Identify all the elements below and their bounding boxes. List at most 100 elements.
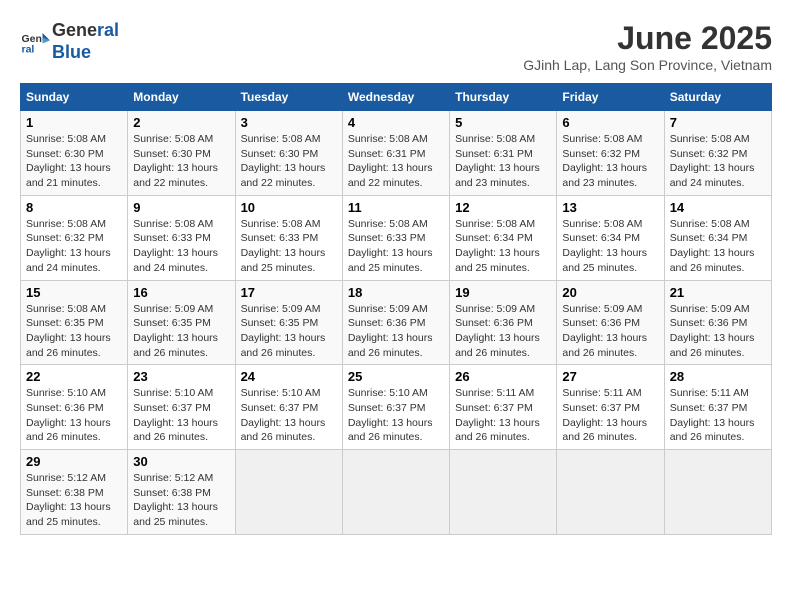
day-number: 1 bbox=[26, 115, 122, 130]
day-info: Sunrise: 5:08 AM Sunset: 6:30 PM Dayligh… bbox=[241, 132, 337, 191]
day-number: 16 bbox=[133, 285, 229, 300]
day-info: Sunrise: 5:08 AM Sunset: 6:34 PM Dayligh… bbox=[562, 217, 658, 276]
day-info: Sunrise: 5:11 AM Sunset: 6:37 PM Dayligh… bbox=[670, 386, 766, 445]
day-number: 24 bbox=[241, 369, 337, 384]
calendar-cell: 7Sunrise: 5:08 AM Sunset: 6:32 PM Daylig… bbox=[664, 111, 771, 196]
calendar-cell: 20 Sunrise: 5:09 AM Sunset: 6:36 PM Dayli… bbox=[557, 280, 664, 365]
day-info: Sunrise: 5:08 AM Sunset: 6:30 PM Dayligh… bbox=[26, 132, 122, 191]
calendar-cell: 1 Sunrise: 5:08 AM Sunset: 6:30 PM Daylig… bbox=[21, 111, 128, 196]
day-number: 3 bbox=[241, 115, 337, 130]
logo-text-line1: General bbox=[52, 20, 119, 42]
header-cell-wednesday: Wednesday bbox=[342, 84, 449, 111]
calendar-cell: 8 Sunrise: 5:08 AM Sunset: 6:32 PM Daylig… bbox=[21, 195, 128, 280]
calendar-cell: 2 Sunrise: 5:08 AM Sunset: 6:30 PM Daylig… bbox=[128, 111, 235, 196]
day-info: Sunrise: 5:10 AM Sunset: 6:37 PM Dayligh… bbox=[348, 386, 444, 445]
calendar-cell bbox=[450, 450, 557, 535]
day-number: 18 bbox=[348, 285, 444, 300]
calendar-table: SundayMondayTuesdayWednesdayThursdayFrid… bbox=[20, 83, 772, 535]
day-info: Sunrise: 5:08 AM Sunset: 6:33 PM Dayligh… bbox=[241, 217, 337, 276]
day-info: Sunrise: 5:09 AM Sunset: 6:35 PM Dayligh… bbox=[241, 302, 337, 361]
calendar-cell: 19Sunrise: 5:09 AM Sunset: 6:36 PM Dayli… bbox=[450, 280, 557, 365]
header-cell-sunday: Sunday bbox=[21, 84, 128, 111]
day-number: 30 bbox=[133, 454, 229, 469]
calendar-cell: 4 Sunrise: 5:08 AM Sunset: 6:31 PM Daylig… bbox=[342, 111, 449, 196]
calendar-cell: 15Sunrise: 5:08 AM Sunset: 6:35 PM Dayli… bbox=[21, 280, 128, 365]
day-info: Sunrise: 5:08 AM Sunset: 6:34 PM Dayligh… bbox=[455, 217, 551, 276]
calendar-cell: 11 Sunrise: 5:08 AM Sunset: 6:33 PM Dayli… bbox=[342, 195, 449, 280]
calendar-cell: 18 Sunrise: 5:09 AM Sunset: 6:36 PM Dayli… bbox=[342, 280, 449, 365]
day-info: Sunrise: 5:09 AM Sunset: 6:36 PM Dayligh… bbox=[670, 302, 766, 361]
calendar-week-3: 22 Sunrise: 5:10 AM Sunset: 6:36 PM Dayli… bbox=[21, 365, 772, 450]
day-info: Sunrise: 5:12 AM Sunset: 6:38 PM Dayligh… bbox=[133, 471, 229, 530]
day-number: 23 bbox=[133, 369, 229, 384]
header-cell-thursday: Thursday bbox=[450, 84, 557, 111]
day-info: Sunrise: 5:10 AM Sunset: 6:37 PM Dayligh… bbox=[241, 386, 337, 445]
header-cell-tuesday: Tuesday bbox=[235, 84, 342, 111]
day-info: Sunrise: 5:11 AM Sunset: 6:37 PM Dayligh… bbox=[455, 386, 551, 445]
day-number: 22 bbox=[26, 369, 122, 384]
day-number: 20 bbox=[562, 285, 658, 300]
calendar-cell bbox=[557, 450, 664, 535]
subtitle: GJinh Lap, Lang Son Province, Vietnam bbox=[523, 57, 772, 73]
calendar-cell: 14Sunrise: 5:08 AM Sunset: 6:34 PM Dayli… bbox=[664, 195, 771, 280]
day-info: Sunrise: 5:12 AM Sunset: 6:38 PM Dayligh… bbox=[26, 471, 122, 530]
calendar-cell: 13Sunrise: 5:08 AM Sunset: 6:34 PM Dayli… bbox=[557, 195, 664, 280]
day-number: 25 bbox=[348, 369, 444, 384]
calendar-cell: 9 Sunrise: 5:08 AM Sunset: 6:33 PM Daylig… bbox=[128, 195, 235, 280]
day-info: Sunrise: 5:08 AM Sunset: 6:33 PM Dayligh… bbox=[348, 217, 444, 276]
day-number: 7 bbox=[670, 115, 766, 130]
day-info: Sunrise: 5:08 AM Sunset: 6:31 PM Dayligh… bbox=[348, 132, 444, 191]
header-row: SundayMondayTuesdayWednesdayThursdayFrid… bbox=[21, 84, 772, 111]
calendar-cell: 10 Sunrise: 5:08 AM Sunset: 6:33 PM Dayli… bbox=[235, 195, 342, 280]
calendar-cell: 23 Sunrise: 5:10 AM Sunset: 6:37 PM Dayli… bbox=[128, 365, 235, 450]
calendar-cell: 24 Sunrise: 5:10 AM Sunset: 6:37 PM Dayli… bbox=[235, 365, 342, 450]
calendar-week-2: 15Sunrise: 5:08 AM Sunset: 6:35 PM Dayli… bbox=[21, 280, 772, 365]
calendar-cell: 16Sunrise: 5:09 AM Sunset: 6:35 PM Dayli… bbox=[128, 280, 235, 365]
day-info: Sunrise: 5:11 AM Sunset: 6:37 PM Dayligh… bbox=[562, 386, 658, 445]
header-cell-friday: Friday bbox=[557, 84, 664, 111]
calendar-cell: 5Sunrise: 5:08 AM Sunset: 6:31 PM Daylig… bbox=[450, 111, 557, 196]
calendar-cell: 17 Sunrise: 5:09 AM Sunset: 6:35 PM Dayli… bbox=[235, 280, 342, 365]
calendar-cell bbox=[235, 450, 342, 535]
svg-text:ral: ral bbox=[22, 43, 35, 55]
calendar-cell: 3 Sunrise: 5:08 AM Sunset: 6:30 PM Daylig… bbox=[235, 111, 342, 196]
calendar-cell bbox=[342, 450, 449, 535]
day-number: 8 bbox=[26, 200, 122, 215]
main-title: June 2025 bbox=[523, 20, 772, 57]
day-info: Sunrise: 5:09 AM Sunset: 6:36 PM Dayligh… bbox=[348, 302, 444, 361]
day-number: 12 bbox=[455, 200, 551, 215]
day-info: Sunrise: 5:08 AM Sunset: 6:30 PM Dayligh… bbox=[133, 132, 229, 191]
day-info: Sunrise: 5:08 AM Sunset: 6:33 PM Dayligh… bbox=[133, 217, 229, 276]
calendar-cell: 12 Sunrise: 5:08 AM Sunset: 6:34 PM Dayli… bbox=[450, 195, 557, 280]
calendar-week-4: 29Sunrise: 5:12 AM Sunset: 6:38 PM Dayli… bbox=[21, 450, 772, 535]
day-info: Sunrise: 5:08 AM Sunset: 6:32 PM Dayligh… bbox=[26, 217, 122, 276]
calendar-week-0: 1 Sunrise: 5:08 AM Sunset: 6:30 PM Daylig… bbox=[21, 111, 772, 196]
calendar-week-1: 8 Sunrise: 5:08 AM Sunset: 6:32 PM Daylig… bbox=[21, 195, 772, 280]
day-number: 11 bbox=[348, 200, 444, 215]
logo-text-line2: Blue bbox=[52, 42, 119, 64]
logo-icon: Gene ral bbox=[20, 27, 50, 57]
day-info: Sunrise: 5:08 AM Sunset: 6:32 PM Dayligh… bbox=[562, 132, 658, 191]
day-info: Sunrise: 5:09 AM Sunset: 6:36 PM Dayligh… bbox=[455, 302, 551, 361]
day-number: 6 bbox=[562, 115, 658, 130]
day-info: Sunrise: 5:09 AM Sunset: 6:36 PM Dayligh… bbox=[562, 302, 658, 361]
day-info: Sunrise: 5:10 AM Sunset: 6:37 PM Dayligh… bbox=[133, 386, 229, 445]
day-info: Sunrise: 5:08 AM Sunset: 6:31 PM Dayligh… bbox=[455, 132, 551, 191]
day-number: 10 bbox=[241, 200, 337, 215]
header-cell-monday: Monday bbox=[128, 84, 235, 111]
day-number: 21 bbox=[670, 285, 766, 300]
day-number: 28 bbox=[670, 369, 766, 384]
title-area: June 2025 GJinh Lap, Lang Son Province, … bbox=[523, 20, 772, 73]
day-number: 9 bbox=[133, 200, 229, 215]
calendar-cell bbox=[664, 450, 771, 535]
day-number: 17 bbox=[241, 285, 337, 300]
calendar-cell: 6 Sunrise: 5:08 AM Sunset: 6:32 PM Daylig… bbox=[557, 111, 664, 196]
calendar-cell: 22 Sunrise: 5:10 AM Sunset: 6:36 PM Dayli… bbox=[21, 365, 128, 450]
day-number: 15 bbox=[26, 285, 122, 300]
logo: Gene ral General Blue bbox=[20, 20, 119, 63]
day-number: 2 bbox=[133, 115, 229, 130]
header: Gene ral General Blue June 2025 GJinh La… bbox=[20, 20, 772, 73]
day-number: 4 bbox=[348, 115, 444, 130]
day-info: Sunrise: 5:10 AM Sunset: 6:36 PM Dayligh… bbox=[26, 386, 122, 445]
calendar-cell: 29Sunrise: 5:12 AM Sunset: 6:38 PM Dayli… bbox=[21, 450, 128, 535]
